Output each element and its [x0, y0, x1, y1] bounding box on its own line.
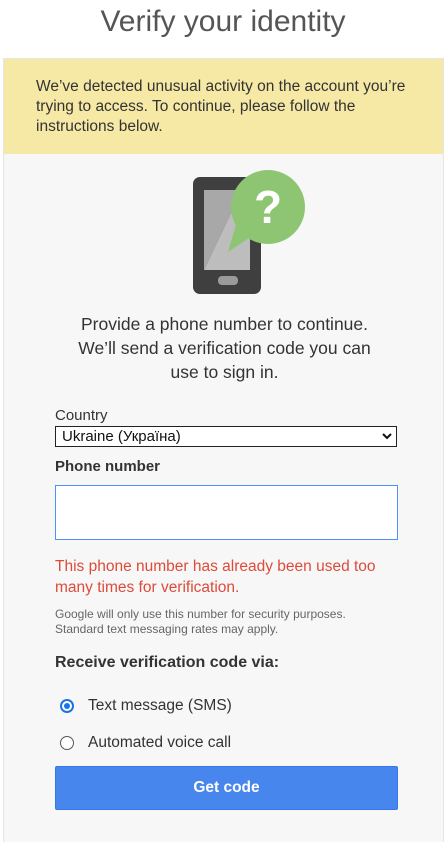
- chevron-down-icon: [382, 433, 392, 440]
- intro-line: We’ll send a verification code you can: [78, 338, 371, 358]
- security-note-line: Standard text messaging rates may apply.: [55, 622, 279, 636]
- option-voice-call[interactable]: Automated voice call: [60, 733, 231, 753]
- country-select[interactable]: Ukraine (Україна): [55, 426, 397, 447]
- receive-via-heading: Receive verification code via:: [55, 654, 280, 671]
- phone-number-label: Phone number: [55, 458, 161, 475]
- phone-error-message: This phone number has already been used …: [55, 558, 376, 596]
- verify-identity-page: Verify your identity We’ve detected unus…: [0, 0, 446, 842]
- page-title: Verify your identity: [100, 5, 346, 38]
- security-note: Google will only use this number for sec…: [55, 607, 415, 637]
- svg-text:?: ?: [254, 181, 282, 233]
- verification-card: We’ve detected unusual activity on the a…: [3, 58, 444, 842]
- intro-text: Provide a phone number to continue. We’l…: [4, 312, 445, 384]
- voice-call-label: Automated voice call: [88, 734, 232, 751]
- intro-line: Provide a phone number to continue.: [81, 314, 368, 334]
- country-label: Country: [55, 407, 108, 424]
- sms-radio[interactable]: [60, 699, 74, 713]
- unusual-activity-warning: We’ve detected unusual activity on the a…: [4, 59, 443, 154]
- country-selected-value: Ukraine (Україна): [62, 428, 181, 445]
- sms-label: Text message (SMS): [88, 697, 232, 714]
- phone-number-input[interactable]: [55, 485, 398, 540]
- voice-call-radio[interactable]: [60, 736, 74, 750]
- intro-line: use to sign in.: [170, 362, 279, 382]
- security-note-line: Google will only use this number for sec…: [55, 607, 346, 621]
- option-text-message[interactable]: Text message (SMS): [60, 696, 232, 716]
- get-code-button[interactable]: Get code: [55, 766, 398, 810]
- phone-question-icon: ?: [193, 170, 305, 294]
